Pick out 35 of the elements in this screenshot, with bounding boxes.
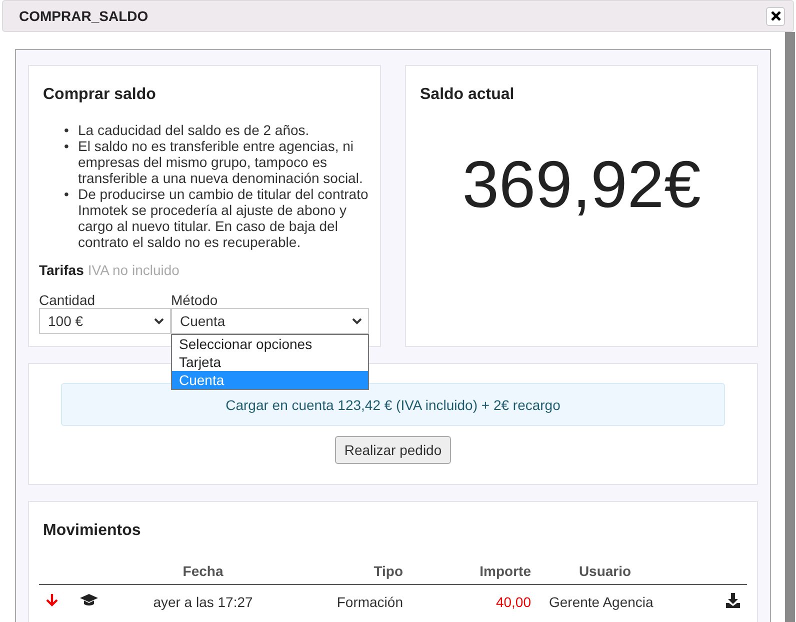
table-cell: 40,00 (403, 584, 531, 618)
rates-note: IVA no incluido (88, 262, 180, 278)
table-cell: ayer a las 17:27 (133, 584, 273, 618)
balance-amount: 369,92€ (461, 146, 702, 222)
close-button[interactable] (766, 6, 785, 26)
field-label: Cantidad (39, 292, 96, 308)
order-button[interactable]: Realizar pedido (335, 436, 451, 464)
column-header[interactable]: Tipo (273, 558, 403, 584)
window-title: COMPRAR_SALDO (19, 8, 148, 24)
card-heading: Movimientos (43, 522, 142, 540)
column-header[interactable]: Usuario (531, 558, 679, 584)
bullet: • (64, 122, 70, 138)
bullet: • (64, 186, 70, 204)
quantity-select[interactable]: 100 € (39, 308, 171, 334)
dropdown-option[interactable]: Tarjeta (172, 353, 368, 371)
method-select[interactable]: Cuenta (171, 308, 369, 334)
table-cell: Formación (273, 584, 403, 618)
chevron-icon (154, 318, 164, 324)
download-icon (725, 592, 741, 608)
dropdown-option[interactable]: Seleccionar opciones (172, 335, 368, 353)
rates-label: Tarifas (39, 262, 84, 278)
table-cell: Gerente Agencia (531, 584, 679, 618)
column-header[interactable]: Importe (403, 558, 531, 584)
bullet: • (64, 138, 70, 156)
graduation-cap-icon (79, 593, 99, 607)
note-item: El saldo no es transferible entre agencias, ni empresas del mismo grupo, tampoco es transferible a una nueva denominación social. (78, 138, 364, 186)
note-item: De producirse un cambio de titular del contrato Inmotek se procedería al ajuste de abono y cargo al nuevo titular. En caso de baja del contrato el saldo no es recuperable. (78, 186, 370, 250)
chevron-icon (352, 318, 362, 324)
field-label: Método (171, 292, 219, 308)
close-icon (770, 11, 780, 21)
card-heading: Saldo actual (420, 86, 516, 104)
scrollbar[interactable] (785, 32, 795, 622)
column-header[interactable]: Fecha (133, 558, 273, 584)
note-item: La caducidad del saldo es de 2 años. (78, 122, 310, 138)
card-heading: Comprar saldo (43, 86, 157, 104)
